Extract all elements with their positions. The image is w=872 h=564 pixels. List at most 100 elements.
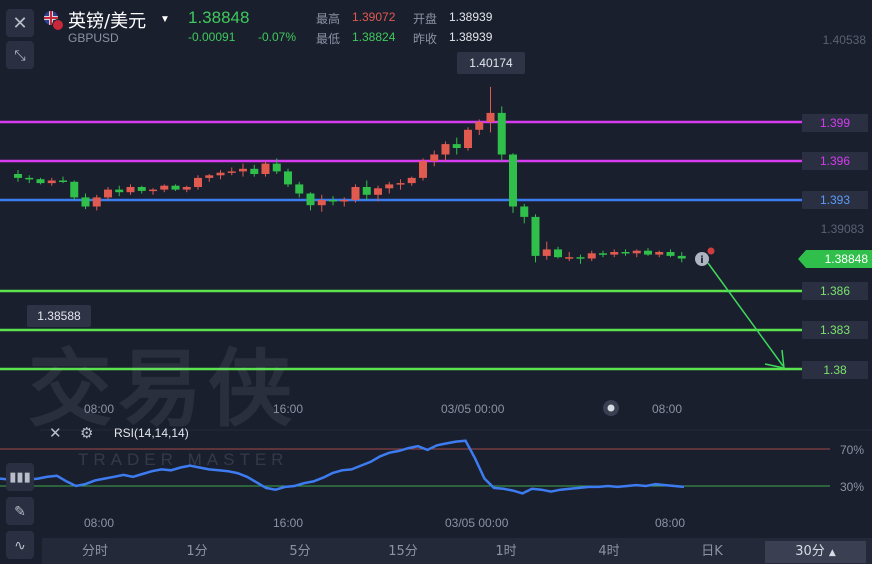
candle-body <box>430 154 439 161</box>
close-button[interactable]: ✕ <box>6 9 34 37</box>
level-label-1386: 1.386 <box>802 282 868 300</box>
close-icon: ✕ <box>12 12 28 33</box>
pen-icon: ✎ <box>14 502 26 519</box>
level-label-1399: 1.399 <box>802 114 868 132</box>
time-label: 08:00 <box>84 516 115 530</box>
line-chart-icon: ∿ <box>14 536 26 553</box>
candle-body <box>70 181 79 198</box>
tab-4h[interactable]: 4时 <box>574 541 644 563</box>
low-label: 最低 <box>316 32 341 46</box>
candle-body <box>272 163 281 172</box>
candle-body <box>47 180 56 184</box>
rsi-label: RSI(14,14,14) <box>114 426 189 440</box>
tab-1h[interactable]: 1时 <box>471 541 541 563</box>
current-price: 1.38848 <box>188 8 250 27</box>
draw-button[interactable]: ✎ <box>6 497 34 525</box>
tab-daily[interactable]: 日K <box>677 541 747 563</box>
candle-body <box>25 177 34 180</box>
candle-body <box>644 250 652 255</box>
candle-body <box>227 171 236 173</box>
candle-body <box>160 185 169 190</box>
candle-body <box>475 122 484 130</box>
candle-body <box>587 253 596 259</box>
pair-title[interactable]: 英镑/美元 <box>68 7 146 33</box>
collapse-button[interactable]: ⤡ <box>6 41 34 69</box>
candle-body <box>464 129 472 148</box>
candle-body <box>36 179 45 184</box>
high-label: 最高 <box>316 12 341 26</box>
candle-body <box>340 200 349 202</box>
current-price-tag: 1.38848 <box>798 250 872 268</box>
rsi-close-icon[interactable]: ✕ <box>49 424 62 442</box>
tab-timeshare[interactable]: 分时 <box>60 541 130 563</box>
price-change: -0.00091 <box>188 30 236 44</box>
time-label: 08:00 <box>84 402 115 416</box>
peak-callout: 1.40174 <box>457 52 525 74</box>
tab-5m[interactable]: 5分 <box>265 541 335 563</box>
prev-close-value: 1.38939 <box>449 30 493 44</box>
candle-body <box>261 163 270 174</box>
candle-body <box>419 161 427 178</box>
tab-30m-active[interactable]: 30分 ▲ <box>765 541 866 563</box>
candle-body <box>374 188 382 195</box>
chart-canvas[interactable]: i <box>0 0 872 564</box>
candle-body <box>385 184 394 189</box>
candle-body <box>250 168 259 174</box>
bars-icon: ▮▮▮ <box>9 469 31 484</box>
candle-body <box>542 249 551 256</box>
level-label-138: 1.38 <box>802 361 868 379</box>
tab-1m[interactable]: 1分 <box>162 541 232 563</box>
dropdown-icon[interactable]: ▼ <box>160 14 170 25</box>
candle-body <box>554 249 562 258</box>
candle-body <box>115 189 124 193</box>
candle-body <box>531 216 540 256</box>
candle-body <box>216 172 225 176</box>
time-label: 08:00 <box>652 402 683 416</box>
candle-body <box>92 197 101 207</box>
level-label-1383: 1.383 <box>802 321 868 339</box>
time-label: 16:00 <box>273 402 304 416</box>
candle-body <box>149 189 157 192</box>
candle-body <box>599 253 607 255</box>
rsi-settings-icon[interactable]: ⚙ <box>80 424 93 442</box>
trough-callout: 1.38588 <box>27 305 91 327</box>
prev-close-label: 昨收 <box>413 32 438 46</box>
candle-body <box>295 184 304 194</box>
line-tool-button[interactable]: ∿ <box>6 531 34 559</box>
candle-body <box>621 252 630 254</box>
candle-body <box>317 200 326 206</box>
candle-body <box>194 177 202 187</box>
candle-body <box>306 193 315 206</box>
candle-body <box>137 187 146 191</box>
candle-body <box>666 252 675 256</box>
tab-30m-label: 30分 <box>795 544 825 559</box>
time-label: 03/05 00:00 <box>445 516 509 530</box>
axis-label-top: 1.40538 <box>822 33 866 47</box>
time-label: 08:00 <box>655 516 686 530</box>
candle-body <box>565 257 574 259</box>
low-value: 1.38824 <box>352 30 396 44</box>
pair-code: GBPUSD <box>68 31 119 45</box>
indicator-button[interactable]: ▮▮▮ <box>6 463 34 491</box>
svg-text:i: i <box>700 255 703 266</box>
price-change-pct: -0.07% <box>258 30 297 44</box>
time-label: 16:00 <box>273 516 304 530</box>
candle-body <box>452 144 461 148</box>
candle-body <box>81 197 90 207</box>
candle-body <box>284 171 292 185</box>
candle-body <box>441 144 450 155</box>
candle-body <box>677 255 686 259</box>
candle-body <box>396 183 405 185</box>
caret-up-icon: ▲ <box>828 548 836 558</box>
high-value: 1.39072 <box>352 10 396 24</box>
alert-dot <box>707 247 715 255</box>
rsi-lower-label: 30% <box>839 480 864 494</box>
candle-body <box>362 187 371 195</box>
watermark-text: TRADER MASTER <box>78 450 289 469</box>
level-label-1396: 1.396 <box>802 152 868 170</box>
tab-15m[interactable]: 15分 <box>368 541 438 563</box>
time-label: 03/05 00:00 <box>441 402 505 416</box>
candle-body <box>205 175 214 178</box>
candle-body <box>329 200 337 202</box>
candle-body <box>126 187 135 193</box>
